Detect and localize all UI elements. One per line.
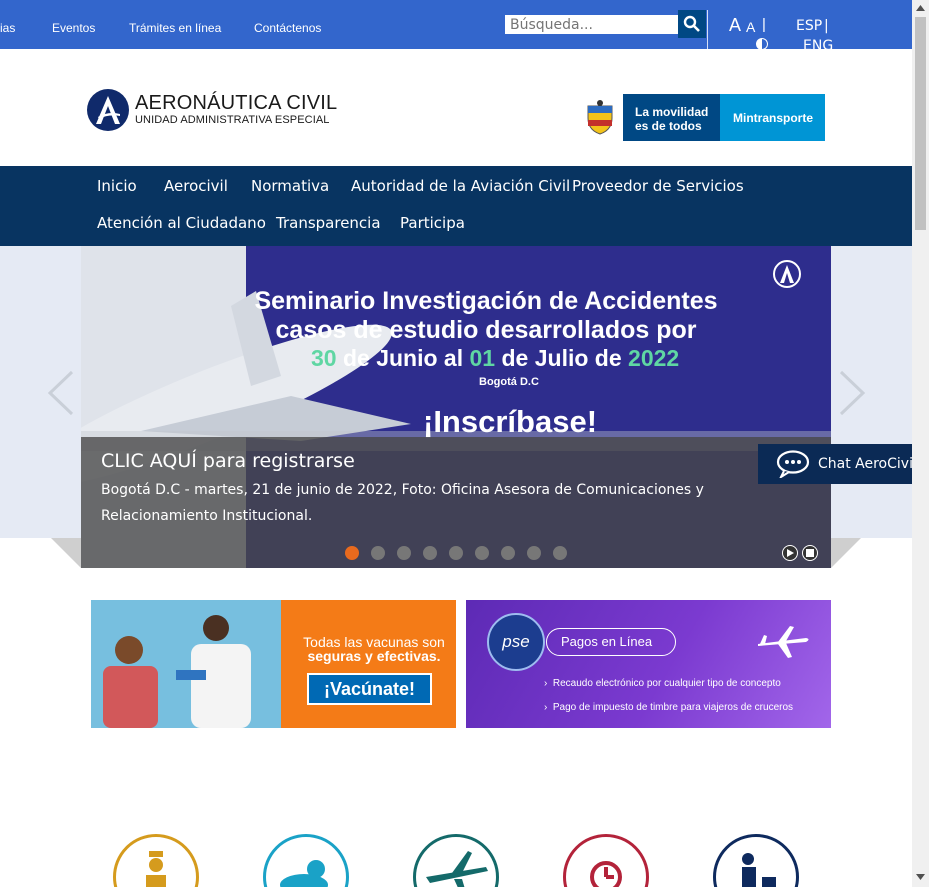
slide-city: Bogotá D.C	[479, 376, 539, 388]
slider-dot[interactable]	[449, 546, 463, 560]
slide-date-year: 2022	[628, 345, 680, 371]
top-link-noticias[interactable]: ias	[0, 21, 15, 35]
slider-dot[interactable]	[397, 546, 411, 560]
search-button[interactable]	[678, 10, 706, 38]
gov-slogan-line-2: es de todos	[635, 119, 702, 133]
vaccination-photo	[91, 600, 281, 728]
chat-button[interactable]: Chat AeroCivil	[758, 444, 928, 484]
ministry-label: Mintransporte	[720, 94, 825, 141]
lang-eng-link[interactable]: ENG	[803, 38, 833, 54]
vaccine-text: Todas las vacunas son seguras y efectiva…	[294, 635, 454, 663]
next-slide-arrow-icon[interactable]	[837, 370, 867, 416]
nav-item-atencion[interactable]: Atención al Ciudadano	[97, 214, 266, 232]
slider-dots	[345, 546, 567, 560]
top-link-tramites[interactable]: Trámites en línea	[129, 21, 221, 35]
aerocivil-logo-icon[interactable]	[87, 89, 129, 131]
contrast-icon[interactable]	[756, 38, 768, 50]
scrollbar-thumb[interactable]	[915, 17, 926, 230]
slide-date-mid: de Junio al	[336, 345, 470, 371]
gov-slogan-line-1: La movilidad	[635, 105, 709, 119]
stop-icon	[806, 549, 814, 557]
nav-item-proveedor[interactable]: Proveedor de Servicios	[572, 177, 744, 195]
slide-caption-desc: Bogotá D.C - martes, 21 de junio de 2022…	[101, 482, 704, 524]
gov-banner[interactable]: La movilidad es de todos Mintransporte	[577, 94, 825, 141]
chat-bubble-icon	[776, 450, 810, 478]
airplane-icon	[758, 626, 809, 658]
play-icon	[787, 549, 794, 557]
slide-date-end: 01	[469, 345, 496, 371]
logo-subtitle: UNIDAD ADMINISTRATIVA ESPECIAL	[135, 114, 330, 126]
nav-item-inicio[interactable]: Inicio	[97, 177, 137, 195]
nav-item-autoridad[interactable]: Autoridad de la Aviación Civil	[351, 177, 570, 195]
top-link-eventos[interactable]: Eventos	[52, 21, 95, 35]
slider-decor-right	[831, 538, 861, 568]
slide-caption-title[interactable]: CLIC AQUÍ para registrarse	[101, 450, 355, 472]
stop-button[interactable]	[802, 545, 818, 561]
pse-item-1: › Recaudo electrónico por cualquier tipo…	[544, 678, 781, 689]
slide-image[interactable]: Seminario Investigación de Accidentes ca…	[81, 246, 831, 568]
increase-font-button[interactable]: A	[729, 15, 741, 36]
vaccine-text-line-1: Todas las vacunas son	[303, 634, 445, 650]
vaccine-cta[interactable]: ¡Vacúnate!	[307, 673, 432, 705]
service-airplane-icon[interactable]	[413, 834, 499, 887]
service-passenger-icon[interactable]	[713, 834, 799, 887]
top-link-contactenos[interactable]: Contáctenos	[254, 21, 321, 35]
divider	[707, 10, 708, 49]
slide-date-mid2: de Julio de	[495, 345, 629, 371]
separator: |	[762, 16, 766, 33]
slider-dot[interactable]	[423, 546, 437, 560]
main-nav: Inicio Aerocivil Normativa Autoridad de …	[0, 166, 912, 246]
prev-slide-arrow-icon[interactable]	[46, 370, 76, 416]
slider-dot[interactable]	[501, 546, 515, 560]
slider-dot[interactable]	[371, 546, 385, 560]
play-button[interactable]	[782, 545, 798, 561]
colombia-shield-icon	[577, 94, 623, 141]
service-departures-icon[interactable]	[563, 834, 649, 887]
pse-item-2: › Pago de impuesto de timbre para viajer…	[544, 702, 794, 713]
top-bar: ias Eventos Trámites en línea Contácteno…	[0, 0, 912, 54]
lang-separator: |	[824, 18, 829, 34]
nav-item-transparencia[interactable]: Transparencia	[276, 214, 381, 232]
gov-slogan: La movilidad es de todos	[623, 94, 720, 141]
search-input[interactable]	[505, 15, 678, 34]
chat-label: Chat AeroCivil	[818, 456, 917, 472]
search-icon	[683, 15, 700, 32]
nav-item-participa[interactable]: Participa	[400, 214, 465, 232]
slide-date: 30 de Junio al 01 de Julio de 2022	[311, 345, 679, 372]
pse-banner[interactable]: pse Pagos en Línea › Recaudo electrónico…	[466, 600, 831, 728]
vaccine-text-line-2: seguras y efectivas.	[307, 648, 441, 664]
pse-item-2-text: Pago de impuesto de timbre para viajeros…	[552, 702, 794, 713]
pse-item-1-text: Recaudo electrónico por cualquier tipo d…	[552, 678, 781, 689]
pse-title: Pagos en Línea	[546, 628, 676, 656]
service-weather-icon[interactable]	[263, 834, 349, 887]
slide-cta: ¡Inscríbase!	[423, 404, 598, 439]
scrollbar[interactable]	[912, 0, 929, 887]
slide-title-line-1: Seminario Investigación de Accidentes	[254, 287, 718, 315]
scroll-up-icon[interactable]	[916, 5, 925, 11]
pse-logo: pse	[487, 613, 545, 671]
decrease-font-button[interactable]: A	[746, 19, 755, 35]
logo-title: AERONÁUTICA CIVIL	[135, 92, 338, 114]
slide-title-line-2: casos de estudio desarrollados por	[275, 316, 697, 344]
slider-dot[interactable]	[527, 546, 541, 560]
lang-esp-link[interactable]: ESP	[796, 18, 822, 34]
slider-dot[interactable]	[553, 546, 567, 560]
slider-dot[interactable]	[475, 546, 489, 560]
slider-decor-left	[51, 538, 81, 568]
service-pilot-icon[interactable]	[113, 834, 199, 887]
slider-dot[interactable]	[345, 546, 359, 560]
vaccine-banner[interactable]: Todas las vacunas son seguras y efectiva…	[91, 600, 456, 728]
nav-item-aerocivil[interactable]: Aerocivil	[164, 177, 228, 195]
nav-item-normativa[interactable]: Normativa	[251, 177, 329, 195]
slide-date-start: 30	[311, 345, 337, 371]
scroll-down-icon[interactable]	[916, 874, 925, 880]
